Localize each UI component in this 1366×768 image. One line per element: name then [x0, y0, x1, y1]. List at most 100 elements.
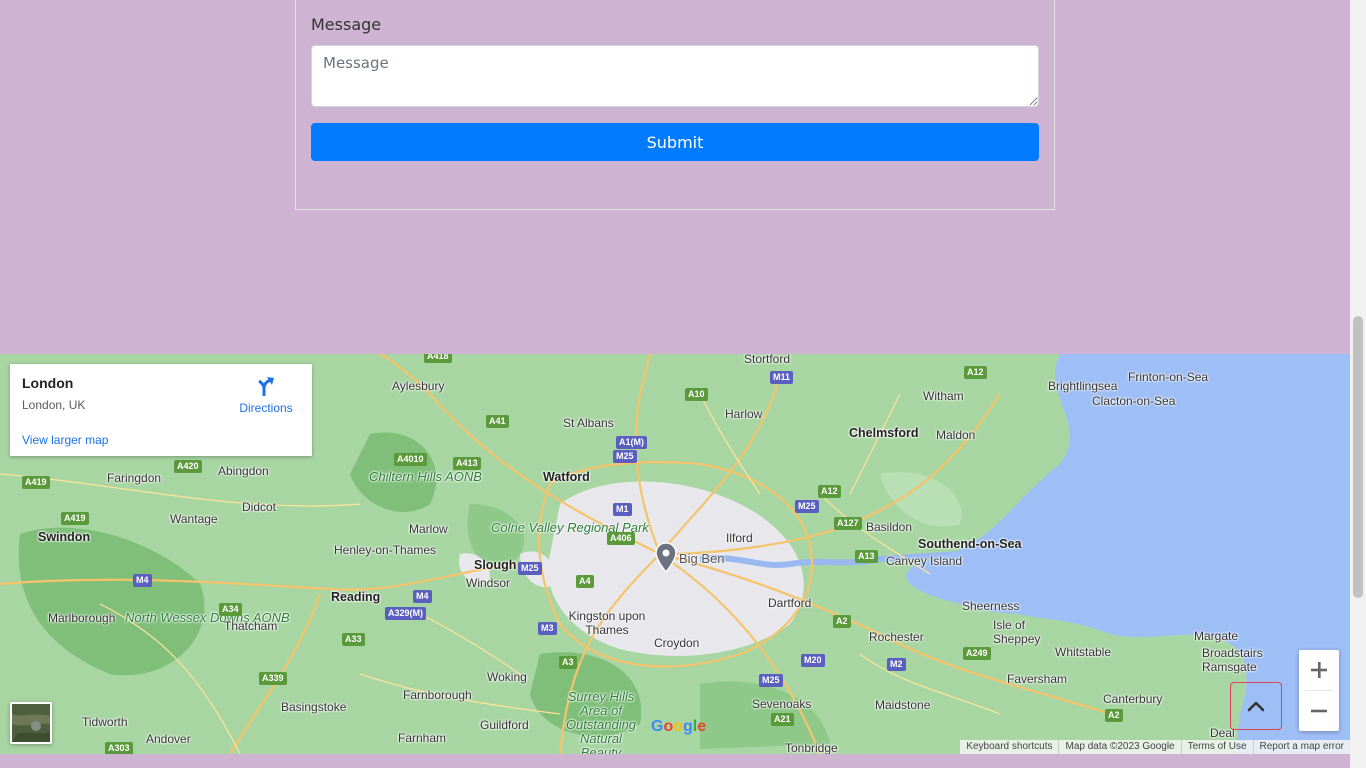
place-label: Basingstoke: [281, 700, 347, 714]
place-label: Abingdon: [218, 464, 269, 478]
place-label: Canvey Island: [886, 554, 963, 568]
embedded-map[interactable]: Stortford Aylesbury Witham Brightlingsea…: [0, 354, 1350, 754]
marker-label: Big Ben: [679, 551, 725, 566]
plus-icon: [1311, 662, 1327, 678]
place-label: Tidworth: [82, 715, 128, 729]
road-shield: A10: [685, 388, 708, 401]
place-label: Rochester: [869, 630, 924, 644]
submit-button[interactable]: Submit: [311, 123, 1039, 161]
road-shield: M25: [613, 450, 637, 463]
place-label: Ilford: [726, 531, 753, 545]
place-label: Faversham: [1007, 672, 1068, 686]
place-label: Brightlingsea: [1048, 379, 1118, 393]
directions-icon: [258, 377, 274, 396]
place-label: Kingston upon Thames: [568, 609, 646, 637]
place-label: Basildon: [866, 520, 913, 534]
place-label: St Albans: [563, 416, 614, 430]
road-shield: A21: [771, 713, 794, 726]
road-shield: M25: [795, 500, 819, 513]
place-label: Southend-on-Sea: [918, 537, 1022, 551]
zoom-out-button[interactable]: [1299, 691, 1339, 731]
directions-button[interactable]: Directions: [236, 376, 296, 415]
place-label: Windsor: [466, 576, 511, 590]
minus-icon: [1311, 709, 1327, 713]
road-shield: A12: [818, 485, 841, 498]
place-label: Andover: [146, 732, 191, 746]
place-label: Frinton-on-Sea: [1128, 370, 1209, 384]
place-label: Woking: [487, 670, 527, 684]
report-error-link[interactable]: Report a map error: [1252, 740, 1350, 754]
place-label: Reading: [331, 590, 381, 604]
directions-label: Directions: [239, 401, 293, 415]
road-shield: A41: [486, 415, 509, 428]
message-textarea[interactable]: [311, 45, 1039, 107]
keyboard-shortcuts-link[interactable]: Keyboard shortcuts: [960, 740, 1058, 754]
view-larger-map-link[interactable]: View larger map: [22, 433, 108, 447]
google-logo: Google: [651, 718, 707, 735]
road-shield: A4: [576, 575, 594, 588]
road-shield: A303: [105, 742, 133, 754]
place-label: Farnham: [398, 731, 447, 745]
road-shield: A413: [453, 457, 481, 470]
place-label: Whitstable: [1055, 645, 1112, 659]
road-shield: A339: [259, 672, 287, 685]
map-info-card: London London, UK View larger map Direct…: [10, 364, 312, 456]
page-scrollbar[interactable]: [1350, 0, 1366, 768]
place-label: Maidstone: [875, 698, 931, 712]
place-label: Dartford: [768, 596, 812, 610]
satellite-toggle[interactable]: [10, 702, 52, 744]
park-label: Colne Valley Regional Park: [491, 520, 649, 535]
satellite-thumbnail: [12, 704, 50, 742]
road-shield: M4: [133, 574, 152, 587]
road-shield: A13: [855, 550, 878, 563]
road-shield: A249: [963, 647, 991, 660]
place-label: Aylesbury: [392, 379, 445, 393]
park-label: Surrey Hills Area of Outstanding Natural…: [565, 689, 637, 755]
park-label: Chiltern Hills AONB: [369, 469, 482, 484]
terms-link[interactable]: Terms of Use: [1180, 740, 1253, 754]
place-label: Henley-on-Thames: [334, 543, 437, 557]
contact-form-card: Message Submit: [295, 0, 1055, 210]
road-shield: A418: [424, 354, 452, 363]
place-label: Didcot: [242, 500, 277, 514]
road-shield: M3: [538, 622, 557, 635]
place-label: Marlborough: [48, 611, 116, 625]
place-label: Thatcham: [224, 619, 278, 633]
road-shield: A420: [174, 460, 202, 473]
place-address: London, UK: [22, 398, 86, 412]
place-label: Wantage: [170, 512, 218, 526]
road-shield: M11: [770, 371, 794, 384]
place-label: Clacton-on-Sea: [1092, 394, 1176, 408]
road-shield: A2: [1105, 709, 1123, 722]
place-label: Marlow: [409, 522, 448, 536]
road-shield: A1(M): [616, 436, 647, 449]
road-shield: A2: [833, 615, 851, 628]
place-label: Faringdon: [107, 471, 162, 485]
road-shield: M25: [759, 674, 783, 687]
zoom-in-button[interactable]: [1299, 650, 1339, 690]
scroll-to-top-button[interactable]: [1230, 682, 1282, 730]
map-attribution: Keyboard shortcuts Map data ©2023 Google…: [960, 740, 1350, 754]
place-label: Maldon: [936, 428, 976, 442]
place-label: Guildford: [480, 718, 529, 732]
place-label: Croydon: [654, 636, 700, 650]
road-shield: A329(M): [385, 607, 427, 620]
road-shield: A127: [834, 517, 862, 530]
place-label: Sheerness: [962, 599, 1020, 613]
place-label: Stortford: [744, 354, 791, 366]
page-footer-strip: [0, 754, 1350, 768]
road-shield: M4: [413, 590, 432, 603]
place-label: Watford: [543, 470, 590, 484]
road-shield: A4010: [394, 453, 427, 466]
road-shield: A12: [964, 366, 987, 379]
zoom-controls: [1299, 650, 1339, 731]
place-label: Broadstairs: [1202, 646, 1263, 660]
place-title: London: [22, 375, 74, 391]
road-shield: M2: [887, 658, 906, 671]
place-label: Slough: [474, 558, 517, 572]
park-label: North Wessex Downs AONB: [125, 610, 290, 625]
road-shield: A34: [219, 603, 242, 616]
message-label: Message: [311, 15, 382, 34]
map-pin-icon[interactable]: [655, 542, 677, 574]
scrollbar-thumb[interactable]: [1353, 316, 1363, 598]
